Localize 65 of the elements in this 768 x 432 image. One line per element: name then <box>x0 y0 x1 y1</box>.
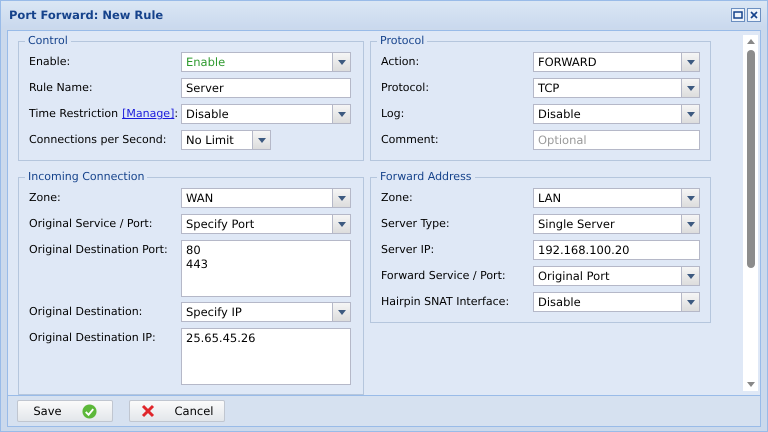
field-label: Hairpin SNAT Interface: <box>381 294 510 308</box>
dropdown[interactable]: Specify Port <box>181 214 351 234</box>
caret-icon[interactable] <box>338 310 346 314</box>
caret-icon[interactable] <box>258 138 266 142</box>
group-title: Forward Address <box>377 170 475 183</box>
dropdown[interactable]: Original Port <box>533 266 700 286</box>
text-field[interactable]: Optional <box>533 130 700 150</box>
caret-icon[interactable] <box>338 222 346 226</box>
caret-icon[interactable] <box>338 60 346 64</box>
group-title: Control <box>25 34 71 47</box>
field-label: Zone: <box>381 190 413 204</box>
close-icon <box>140 404 155 418</box>
dropdown[interactable]: Disable <box>533 104 700 124</box>
dropdown[interactable]: Enable <box>181 52 351 72</box>
caret-icon[interactable] <box>686 300 694 304</box>
dropdown[interactable]: Disable <box>181 104 351 124</box>
caret-icon[interactable] <box>686 112 694 116</box>
save-button[interactable]: Save <box>17 400 113 422</box>
caret-icon[interactable] <box>338 112 346 116</box>
caret-icon[interactable] <box>686 222 694 226</box>
caret-icon[interactable] <box>338 196 346 200</box>
close-icon[interactable] <box>747 8 761 22</box>
text-area[interactable]: 25.65.45.26 <box>181 328 351 385</box>
label-colon: : <box>174 106 178 120</box>
dropdown[interactable]: TCP <box>533 78 700 98</box>
dropdown[interactable]: Single Server <box>533 214 700 234</box>
scroll-up-icon[interactable] <box>746 39 754 44</box>
dropdown[interactable]: No Limit <box>181 130 271 150</box>
field-label: Log: <box>381 106 404 120</box>
cancel-button[interactable]: Cancel <box>129 400 225 422</box>
window-title: Port Forward: New Rule <box>9 8 164 22</box>
field-label: Zone: <box>29 190 61 204</box>
dropdown[interactable]: Disable <box>533 292 700 312</box>
field-label: Enable: <box>29 54 70 68</box>
dropdown[interactable]: Specify IP <box>181 302 351 322</box>
field-label: Server Type: <box>381 216 450 230</box>
text-field[interactable]: Server <box>181 78 351 98</box>
field-label: Connections per Second: <box>29 132 166 146</box>
dropdown[interactable]: FORWARD <box>533 52 700 72</box>
caret-icon[interactable] <box>686 60 694 64</box>
field-label: Forward Service / Port: <box>381 268 506 282</box>
scroll-down-icon[interactable] <box>746 382 754 387</box>
field-label: Action: <box>381 54 420 68</box>
field-label: Original Service / Port: <box>29 216 152 230</box>
maximize-icon[interactable] <box>731 8 745 22</box>
field-label: Original Destination: <box>29 304 142 318</box>
group-title: Incoming Connection <box>25 170 148 183</box>
caret-icon[interactable] <box>686 86 694 90</box>
dropdown[interactable]: WAN <box>181 188 351 208</box>
check-icon <box>82 404 97 418</box>
caret-icon[interactable] <box>686 196 694 200</box>
caret-icon[interactable] <box>686 274 694 278</box>
field-label: Original Destination IP: <box>29 330 156 344</box>
field-label: Server IP: <box>381 242 434 256</box>
field-label: Rule Name: <box>29 80 93 94</box>
group-title: Protocol <box>377 34 428 47</box>
scrollbar[interactable] <box>743 35 758 391</box>
text-field[interactable]: 192.168.100.20 <box>533 240 700 260</box>
text-area[interactable]: 80 443 <box>181 240 351 297</box>
dropdown[interactable]: LAN <box>533 188 700 208</box>
manage-link[interactable]: [Manage] <box>122 104 174 120</box>
field-label: Protocol: <box>381 80 430 94</box>
field-label: Original Destination Port: <box>29 242 168 256</box>
field-label: Time Restriction <box>29 106 118 120</box>
field-label: Comment: <box>381 132 439 146</box>
